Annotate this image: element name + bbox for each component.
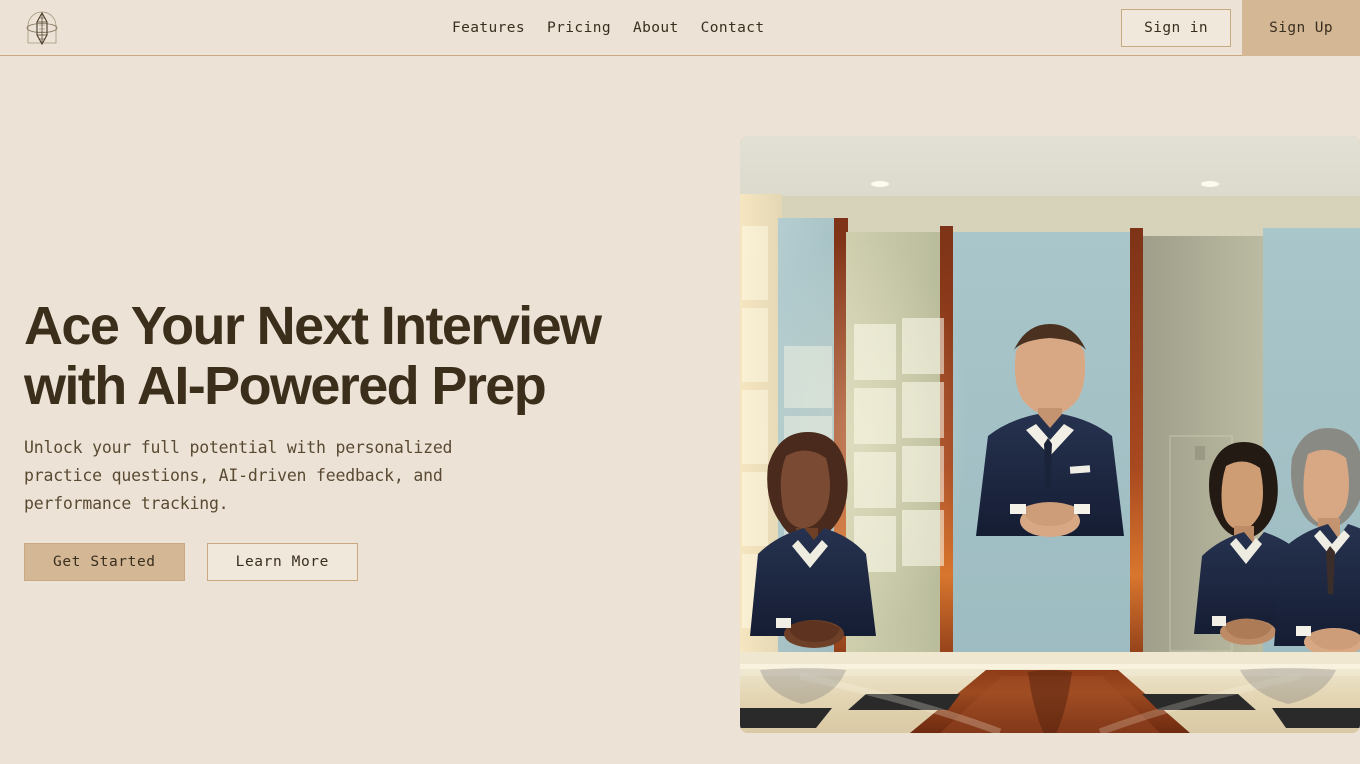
sign-up-button[interactable]: Sign Up <box>1242 0 1360 56</box>
brand-emblem-icon <box>26 11 58 46</box>
hero-content: Ace Your Next Interview with AI-Powered … <box>24 296 714 581</box>
site-header: Features Pricing About Contact Sign in S… <box>0 0 1360 56</box>
boardroom-illustration <box>740 136 1360 733</box>
get-started-button[interactable]: Get Started <box>24 543 185 581</box>
auth-actions: Sign in Sign Up <box>1121 0 1360 56</box>
nav-link-about[interactable]: About <box>633 20 679 36</box>
brand-logo[interactable] <box>24 9 60 47</box>
hero-cta-group: Get Started Learn More <box>24 543 714 581</box>
sign-in-button[interactable]: Sign in <box>1121 9 1232 47</box>
nav-link-contact[interactable]: Contact <box>701 20 765 36</box>
learn-more-button[interactable]: Learn More <box>206 543 358 581</box>
hero-image <box>740 136 1360 733</box>
nav-link-features[interactable]: Features <box>452 20 525 36</box>
hero-headline: Ace Your Next Interview with AI-Powered … <box>24 296 602 416</box>
hero-subheadline: Unlock your full potential with personal… <box>24 438 453 513</box>
nav-link-pricing[interactable]: Pricing <box>547 20 611 36</box>
main-navigation: Features Pricing About Contact <box>452 0 765 56</box>
